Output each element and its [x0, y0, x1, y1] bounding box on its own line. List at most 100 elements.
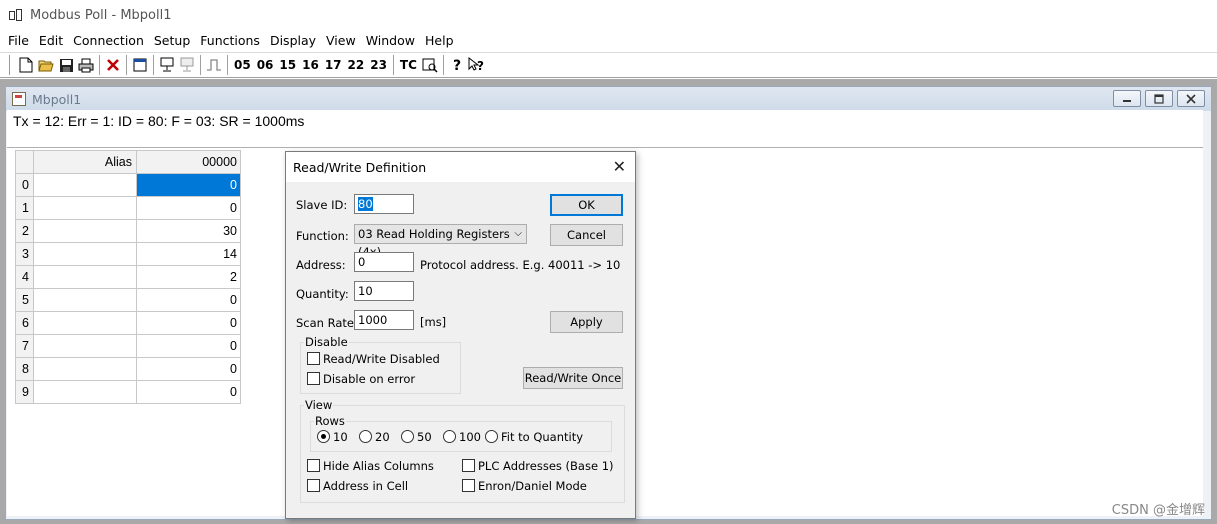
window-icon[interactable] — [130, 55, 150, 75]
row-index[interactable]: 6 — [15, 311, 34, 335]
poll-status-line: Tx = 12: Err = 1: ID = 80: F = 03: SR = … — [7, 110, 1203, 148]
table-row: 7 0 — [15, 334, 241, 358]
save-icon[interactable] — [56, 55, 76, 75]
alias-cell[interactable] — [33, 288, 137, 312]
menu-help[interactable]: Help — [420, 31, 459, 53]
value-cell[interactable]: 0 — [136, 357, 241, 381]
fc-15-button[interactable]: 15 — [276, 58, 299, 72]
alias-cell[interactable] — [33, 196, 137, 220]
disconnect-icon[interactable] — [177, 55, 197, 75]
value-cell[interactable]: 30 — [136, 219, 241, 243]
tc-button[interactable]: TC — [397, 58, 420, 72]
value-cell[interactable]: 0 — [136, 173, 241, 197]
maximize-button[interactable] — [1145, 90, 1173, 107]
menu-connection[interactable]: Connection — [68, 31, 149, 53]
row-index[interactable]: 4 — [15, 265, 34, 289]
pulse-icon[interactable] — [204, 55, 224, 75]
enron-mode-label: Enron/Daniel Mode — [478, 479, 587, 493]
cancel-button[interactable]: Cancel — [550, 224, 623, 246]
row-index[interactable]: 9 — [15, 380, 34, 404]
value-cell[interactable]: 0 — [136, 288, 241, 312]
value-cell[interactable]: 0 — [136, 196, 241, 220]
new-file-icon[interactable] — [16, 55, 36, 75]
rows-fit-radio[interactable] — [485, 430, 498, 443]
menu-functions[interactable]: Functions — [195, 31, 265, 53]
menu-setup[interactable]: Setup — [149, 31, 195, 53]
alias-cell[interactable] — [33, 311, 137, 335]
dialog-title: Read/Write Definition — [293, 159, 427, 175]
disable-group-caption: Disable — [304, 335, 349, 349]
alias-cell[interactable] — [33, 334, 137, 358]
fc-16-button[interactable]: 16 — [299, 58, 322, 72]
value-column-header[interactable]: 00000 — [136, 150, 241, 174]
rows-100-radio[interactable] — [443, 430, 456, 443]
value-cell[interactable]: 14 — [136, 242, 241, 266]
connect-icon[interactable] — [157, 55, 177, 75]
menu-window[interactable]: Window — [361, 31, 420, 53]
dialog-title-bar[interactable]: Read/Write Definition ✕ — [286, 152, 635, 182]
grid-corner[interactable] — [15, 150, 34, 174]
row-index[interactable]: 8 — [15, 357, 34, 381]
toolbar-grip[interactable] — [9, 55, 12, 75]
fc-06-button[interactable]: 06 — [254, 58, 277, 72]
alias-cell[interactable] — [33, 380, 137, 404]
alias-cell[interactable] — [33, 242, 137, 266]
app-title: Modbus Poll - Mbpoll1 — [30, 8, 172, 23]
fc-05-button[interactable]: 05 — [231, 58, 254, 72]
fc-22-button[interactable]: 22 — [345, 58, 368, 72]
row-index[interactable]: 2 — [15, 219, 34, 243]
dialog-close-icon[interactable]: ✕ — [613, 157, 626, 176]
menu-file[interactable]: File — [3, 31, 34, 53]
plc-addresses-checkbox[interactable] — [462, 459, 475, 472]
context-help-icon[interactable]: ? — [467, 55, 487, 75]
hide-alias-checkbox[interactable] — [307, 459, 320, 472]
rows-10-radio[interactable] — [317, 430, 330, 443]
rw-disabled-checkbox[interactable] — [307, 352, 320, 365]
delete-icon[interactable] — [103, 55, 123, 75]
menu-edit[interactable]: Edit — [34, 31, 68, 53]
function-select[interactable]: 03 Read Holding Registers (4x) ⌵ — [354, 224, 527, 259]
grid-header-row: Alias 00000 — [15, 150, 241, 174]
disable-on-error-checkbox[interactable] — [307, 372, 320, 385]
minimize-button[interactable] — [1113, 90, 1141, 107]
apply-button[interactable]: Apply — [550, 311, 623, 333]
quantity-input[interactable]: 10 — [354, 281, 414, 301]
fc-23-button[interactable]: 23 — [367, 58, 390, 72]
slave-id-input[interactable]: 80 — [354, 194, 414, 214]
row-index[interactable]: 5 — [15, 288, 34, 312]
row-index[interactable]: 1 — [15, 196, 34, 220]
address-label: Address: — [296, 258, 346, 272]
alias-cell[interactable] — [33, 357, 137, 381]
help-icon[interactable]: ? — [447, 55, 467, 75]
register-grid: Alias 00000 0 0 1 0 2 30 3 14 4 2 5 0 6 … — [15, 150, 241, 404]
value-cell[interactable]: 2 — [136, 265, 241, 289]
address-input[interactable]: 0 — [354, 252, 414, 272]
monitor-icon[interactable] — [420, 55, 440, 75]
row-index[interactable]: 7 — [15, 334, 34, 358]
alias-cell[interactable] — [33, 265, 137, 289]
ok-button[interactable]: OK — [550, 194, 623, 216]
fc-17-button[interactable]: 17 — [322, 58, 345, 72]
menu-display[interactable]: Display — [265, 31, 321, 53]
rows-20-radio[interactable] — [359, 430, 372, 443]
rows-50-radio[interactable] — [401, 430, 414, 443]
close-button[interactable] — [1177, 90, 1205, 107]
value-cell[interactable]: 0 — [136, 334, 241, 358]
child-title-bar[interactable]: Mbpoll1 — [6, 87, 1211, 111]
alias-column-header[interactable]: Alias — [33, 150, 137, 174]
row-index[interactable]: 0 — [15, 173, 34, 197]
print-icon[interactable] — [76, 55, 96, 75]
open-folder-icon[interactable] — [36, 55, 56, 75]
toolbar-separator — [153, 55, 154, 75]
row-index[interactable]: 3 — [15, 242, 34, 266]
address-in-cell-checkbox[interactable] — [307, 479, 320, 492]
table-row: 0 0 — [15, 173, 241, 197]
alias-cell[interactable] — [33, 219, 137, 243]
enron-mode-checkbox[interactable] — [462, 479, 475, 492]
value-cell[interactable]: 0 — [136, 380, 241, 404]
read-write-once-button[interactable]: Read/Write Once — [523, 367, 623, 389]
value-cell[interactable]: 0 — [136, 311, 241, 335]
scan-rate-input[interactable]: 1000 — [354, 310, 414, 330]
alias-cell[interactable] — [33, 173, 137, 197]
menu-view[interactable]: View — [321, 31, 361, 53]
